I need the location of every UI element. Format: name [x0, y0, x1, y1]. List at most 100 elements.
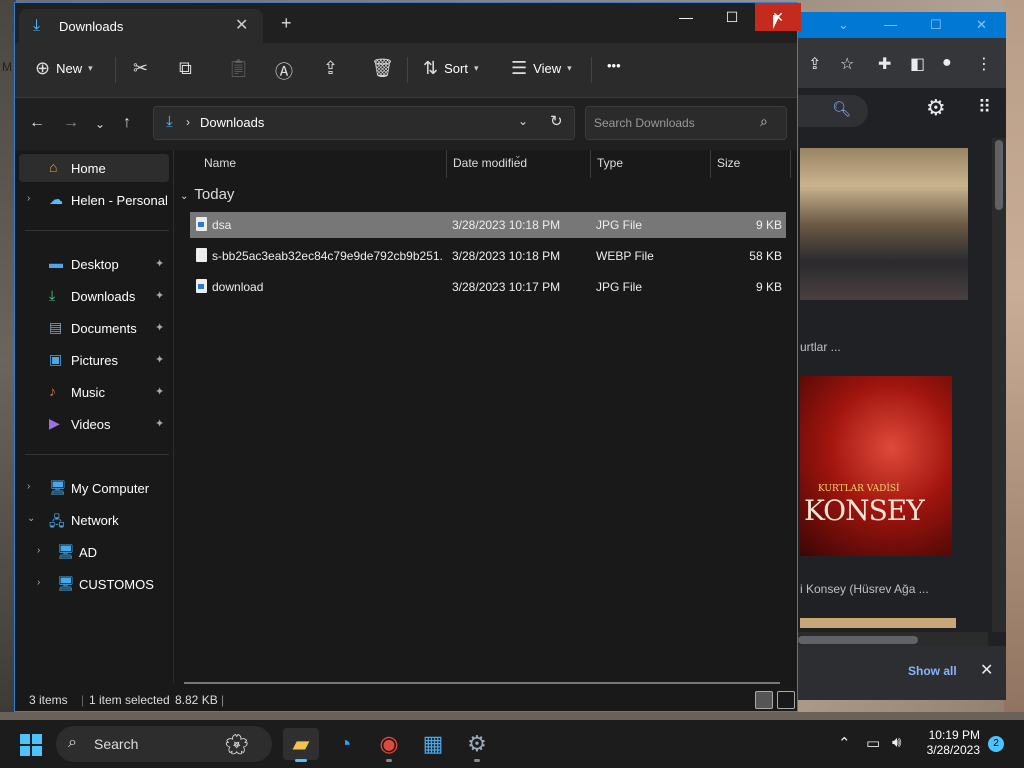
- vertical-scrollbar[interactable]: [992, 138, 1006, 632]
- column-resize-handle[interactable]: [790, 150, 791, 178]
- result-image-1[interactable]: [800, 148, 968, 300]
- table-row[interactable]: dsa 3/28/2023 10:18 PM JPG File 9 KB: [190, 212, 786, 238]
- sidebar-item-downloads[interactable]: ⤓ Downloads ✦: [19, 282, 169, 310]
- close-tab-icon[interactable]: ✕: [235, 15, 248, 35]
- chevron-down-icon[interactable]: ⌄: [838, 17, 849, 33]
- side-panel-icon[interactable]: ◧: [910, 54, 925, 74]
- search-icon[interactable]: ⌕: [760, 113, 768, 130]
- show-all-link[interactable]: Show all: [908, 664, 957, 678]
- pin-icon[interactable]: ✦: [155, 417, 164, 430]
- result-caption-1[interactable]: urtlar ...: [800, 340, 841, 354]
- up-arrow-icon[interactable]: ↑: [123, 114, 131, 132]
- chevron-right-icon[interactable]: ›: [37, 545, 40, 556]
- recent-locations-icon[interactable]: ⌄: [95, 117, 105, 131]
- column-header-date[interactable]: Date modified: [453, 156, 527, 170]
- pin-icon[interactable]: ✦: [155, 257, 164, 270]
- search-icon[interactable]: 🔍︎: [832, 100, 851, 118]
- breadcrumb[interactable]: Downloads: [200, 115, 264, 130]
- minimize-button[interactable]: —: [663, 3, 709, 31]
- sidebar-item-pictures[interactable]: ▣ Pictures ✦: [19, 346, 169, 374]
- share-icon[interactable]: ⇪: [808, 54, 821, 74]
- pin-icon[interactable]: ✦: [155, 289, 164, 302]
- tab-downloads[interactable]: ⤓ Downloads ✕: [19, 9, 263, 43]
- scroll-thumb[interactable]: [798, 636, 918, 644]
- rename-button[interactable]: Ⓐ: [275, 58, 293, 84]
- tiles-view-button[interactable]: [777, 691, 795, 709]
- result-image-2[interactable]: KURTLAR VADİSİ KONSEY: [800, 376, 952, 556]
- maximize-icon[interactable]: ☐: [930, 17, 942, 33]
- file-explorer-window[interactable]: ⤓ Downloads ✕ + — ☐ ✕ ⊕ New ▾ ✂ ⧉ 📋︎ Ⓐ ⇪…: [14, 2, 801, 712]
- chevron-up-icon[interactable]: ⌃: [838, 734, 851, 752]
- clock[interactable]: 10:19 PM 3/28/2023: [912, 728, 980, 758]
- view-button[interactable]: ☰ View ▾: [511, 58, 572, 79]
- network-status-icon[interactable]: ▭: [866, 734, 880, 752]
- close-icon[interactable]: ✕: [976, 17, 987, 33]
- settings-gear-icon[interactable]: ⚙: [459, 728, 495, 762]
- pin-icon[interactable]: ✦: [155, 321, 164, 334]
- chevron-down-icon[interactable]: ⌄: [180, 191, 188, 202]
- column-resize-handle[interactable]: [446, 150, 447, 178]
- store-icon[interactable]: ▦: [415, 728, 451, 760]
- chevron-down-icon[interactable]: ⌄: [518, 114, 528, 128]
- minimize-icon[interactable]: —: [884, 17, 897, 32]
- horizontal-scrollbar[interactable]: [184, 682, 780, 684]
- profile-icon[interactable]: ●: [942, 54, 952, 72]
- result-image-3[interactable]: [800, 618, 956, 628]
- address-bar[interactable]: ⤓ › Downloads ⌄ ↻: [153, 106, 575, 140]
- table-row[interactable]: s-bb25ac3eab32ec84c79e9de792cb9b251... 3…: [190, 243, 786, 269]
- delete-button[interactable]: 🗑︎: [371, 58, 394, 79]
- sidebar-item-network[interactable]: ⌄ 🖧︎ Network: [19, 506, 169, 534]
- column-header-name[interactable]: Name: [204, 156, 236, 170]
- more-icon[interactable]: ⋮: [976, 54, 992, 74]
- chevron-right-icon[interactable]: ›: [27, 481, 30, 492]
- forward-arrow-icon[interactable]: →: [63, 114, 79, 132]
- scroll-thumb[interactable]: [995, 140, 1003, 210]
- share-button[interactable]: ⇪: [323, 58, 338, 79]
- more-options-button[interactable]: •••: [607, 58, 621, 73]
- taskbar-search[interactable]: ⌕ Search 🌸︎: [56, 726, 272, 762]
- search-box[interactable]: ⌕: [585, 106, 787, 140]
- chrome-icon[interactable]: ◉: [371, 728, 407, 762]
- sidebar-item-videos[interactable]: ▶ Videos ✦: [19, 410, 169, 438]
- close-icon[interactable]: ✕: [980, 660, 993, 680]
- sort-button[interactable]: ⇅ Sort ▾: [423, 58, 478, 79]
- cut-button[interactable]: ✂: [133, 58, 148, 79]
- apps-icon[interactable]: ⠿: [978, 97, 991, 118]
- horizontal-scrollbar[interactable]: [798, 632, 988, 646]
- group-header-today[interactable]: ⌄ Today: [180, 186, 234, 203]
- sidebar-item-music[interactable]: ♪ Music ✦: [19, 378, 169, 406]
- chevron-right-icon[interactable]: ›: [27, 193, 30, 204]
- file-explorer-taskbar-icon[interactable]: ▰: [283, 728, 319, 762]
- sidebar-item-my-computer[interactable]: › 🖥︎ My Computer: [19, 474, 169, 502]
- paste-button[interactable]: 📋︎: [227, 58, 250, 79]
- chevron-right-icon[interactable]: ›: [186, 115, 190, 129]
- star-icon[interactable]: ☆: [840, 54, 854, 74]
- sidebar-item-home[interactable]: ⌂ Home: [19, 154, 169, 182]
- title-bar[interactable]: ⤓ Downloads ✕ + — ☐ ✕: [15, 3, 801, 43]
- column-header-size[interactable]: Size: [717, 156, 740, 170]
- maximize-button[interactable]: ☐: [709, 3, 755, 31]
- gear-icon[interactable]: ⚙: [926, 95, 946, 121]
- browser-window[interactable]: ⌄ — ☐ ✕ ⇪ ☆ ✚ ◧ ● ⋮ 🔍︎ ⚙ ⠿ urtlar ... KU…: [798, 12, 1006, 700]
- notification-badge[interactable]: 2: [988, 736, 1004, 752]
- sidebar-item-ad[interactable]: › 🖥︎ AD: [19, 538, 169, 566]
- column-resize-handle[interactable]: [710, 150, 711, 178]
- pin-icon[interactable]: ✦: [155, 353, 164, 366]
- refresh-icon[interactable]: ↻: [550, 112, 563, 130]
- sidebar-item-customos[interactable]: › 🖥︎ CUSTOMOS: [19, 570, 169, 598]
- sidebar-item-onedrive[interactable]: › ☁ Helen - Personal: [19, 186, 169, 214]
- new-tab-button[interactable]: +: [281, 13, 292, 34]
- pin-icon[interactable]: ✦: [155, 385, 164, 398]
- sidebar-item-desktop[interactable]: ▬ Desktop ✦: [19, 250, 169, 278]
- chevron-down-icon[interactable]: ⌄: [27, 513, 35, 524]
- browser-titlebar[interactable]: ⌄ — ☐ ✕: [798, 12, 1006, 38]
- search-input[interactable]: [592, 113, 756, 133]
- table-row[interactable]: download 3/28/2023 10:17 PM JPG File 9 K…: [190, 274, 786, 300]
- new-button[interactable]: ⊕ New ▾: [35, 58, 93, 79]
- volume-icon[interactable]: 🔊︎: [892, 734, 901, 751]
- start-button[interactable]: [20, 734, 42, 756]
- sidebar-item-documents[interactable]: ▤ Documents ✦: [19, 314, 169, 342]
- result-caption-2[interactable]: i Konsey (Hüsrev Ağa ...: [800, 582, 929, 596]
- back-arrow-icon[interactable]: ←: [29, 114, 45, 132]
- copy-button[interactable]: ⧉: [179, 58, 192, 79]
